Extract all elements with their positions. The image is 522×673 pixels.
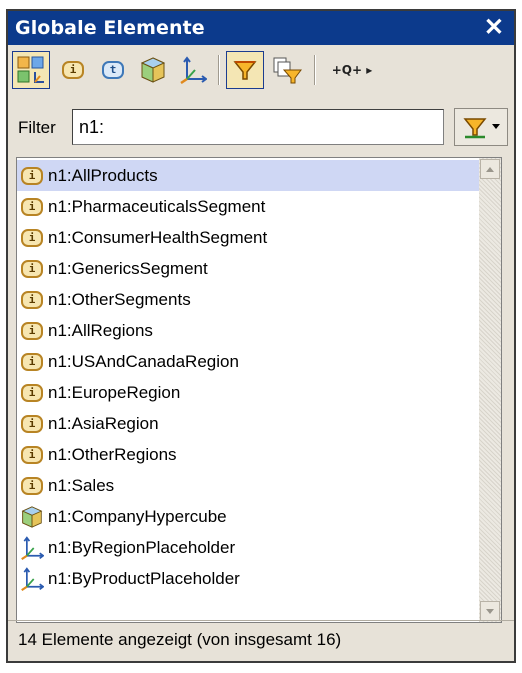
hypercube-icon [140,57,166,83]
item-icon-wrap: i [18,408,46,439]
dimension-icon [21,566,44,591]
show-items-button[interactable]: i [54,51,92,89]
item-icon-wrap: i [18,253,46,284]
list-item[interactable]: i n1:EuropeRegion [17,377,479,408]
list-item[interactable]: i n1:Sales [17,470,479,501]
item-icon-wrap: i [18,377,46,408]
item-icon: i [21,259,43,278]
list-item-label: n1:OtherSegments [48,289,191,309]
filter-options-icon [273,57,302,84]
list-item-label: n1:PharmaceuticalsSegment [48,196,266,216]
dimension-icon [21,535,44,560]
chevron-down-icon [491,124,500,129]
list-item-label: n1:USAndCanadaRegion [48,351,239,371]
scroll-up-button[interactable] [480,159,500,179]
filter-icon [233,61,257,80]
show-all-icon [17,56,44,83]
item-icon-wrap: i [18,222,46,253]
list-item-label: n1:ByRegionPlaceholder [48,537,236,557]
close-icon[interactable]: ✕ [484,13,504,43]
vertical-scrollbar[interactable] [479,158,501,622]
item-icon-wrap: i [18,284,46,315]
scroll-up-icon [486,166,494,172]
list-item-label: n1:CompanyHypercube [48,506,227,526]
show-tuples-button[interactable]: t [94,51,132,89]
item-icon-wrap: i [18,315,46,346]
filter-input[interactable] [72,109,444,145]
item-icon-wrap: i [18,346,46,377]
list-item-label: n1:OtherRegions [48,444,177,464]
tuple-icon: t [102,61,124,79]
status-bar: 14 Elemente angezeigt (von insgesamt 16) [8,620,514,661]
dimension-icon-wrap [18,532,46,563]
item-icon: i [21,476,43,495]
show-all-button[interactable] [12,51,50,89]
show-hypercubes-button[interactable] [134,51,172,89]
list-item[interactable]: i n1:PharmaceuticalsSegment [17,191,479,222]
dimension-icon [180,56,207,84]
item-icon: i [21,352,43,371]
item-icon: i [21,414,43,433]
list-item[interactable]: i n1:AllRegions [17,315,479,346]
item-icon-wrap: i [18,160,46,191]
dimension-icon-wrap [18,563,46,594]
hypercube-icon-wrap [18,501,46,532]
list-item-label: n1:EuropeRegion [48,382,181,402]
list-item[interactable]: n1:ByProductPlaceholder [17,563,479,594]
toolbar-separator [314,55,316,85]
toolbar: i t +Q+ ▸ [8,45,514,97]
list-item-label: n1:AllRegions [48,320,153,340]
list-item[interactable]: i n1:AsiaRegion [17,408,479,439]
scroll-down-icon [486,608,494,614]
list-item[interactable]: i n1:GenericsSegment [17,253,479,284]
item-icon: i [21,197,43,216]
expand-nav-button[interactable]: +Q+ ▸ [322,51,382,89]
list-item-label: n1:GenericsSegment [48,258,208,278]
item-icon-wrap: i [18,439,46,470]
list-item[interactable]: n1:CompanyHypercube [17,501,479,532]
panel-title: Globale Elemente [15,17,205,39]
list-rows: i n1:AllProducts i n1:PharmaceuticalsSegmen… [17,158,479,622]
expand-nav-icon: +Q+ ▸ [331,63,373,77]
show-dimensions-button[interactable] [174,51,212,89]
filter-mode-dropdown[interactable] [454,108,508,146]
hypercube-icon [21,505,43,528]
global-elements-panel: Globale Elemente ✕ i t +Q+ ▸ Filter n1: … [6,9,516,663]
item-icon-wrap: i [18,470,46,501]
item-icon: i [62,61,84,79]
filter-row: Filter [8,103,514,151]
filter-toggle-button[interactable] [226,51,264,89]
filter-options-button[interactable] [268,51,306,89]
item-icon: i [21,228,43,247]
list-item[interactable]: i n1:OtherRegions [17,439,479,470]
list-item[interactable]: i n1:USAndCanadaRegion [17,346,479,377]
list-item[interactable]: i n1:AllProducts [17,160,479,191]
list-item-label: n1:AllProducts [48,165,158,185]
item-icon-wrap: i [18,191,46,222]
list-item-label: n1:AsiaRegion [48,413,159,433]
filter-mode-icon [462,118,487,139]
list-item[interactable]: i n1:OtherSegments [17,284,479,315]
scroll-down-button[interactable] [480,601,500,621]
item-icon: i [21,166,43,185]
list-item-label: n1:ByProductPlaceholder [48,568,240,588]
item-icon: i [21,321,43,340]
list-item-label: n1:ConsumerHealthSegment [48,227,268,247]
status-text: 14 Elemente angezeigt (von insgesamt 16) [18,630,342,649]
item-icon: i [21,445,43,464]
title-bar: Globale Elemente ✕ [8,11,514,45]
elements-list: i n1:AllProducts i n1:PharmaceuticalsSegmen… [16,157,502,623]
list-item-label: n1:Sales [48,475,115,495]
list-item[interactable]: n1:ByRegionPlaceholder [17,532,479,563]
filter-label: Filter [18,118,56,137]
item-icon: i [21,383,43,402]
item-icon: i [21,290,43,309]
toolbar-separator [218,55,220,85]
list-item[interactable]: i n1:ConsumerHealthSegment [17,222,479,253]
